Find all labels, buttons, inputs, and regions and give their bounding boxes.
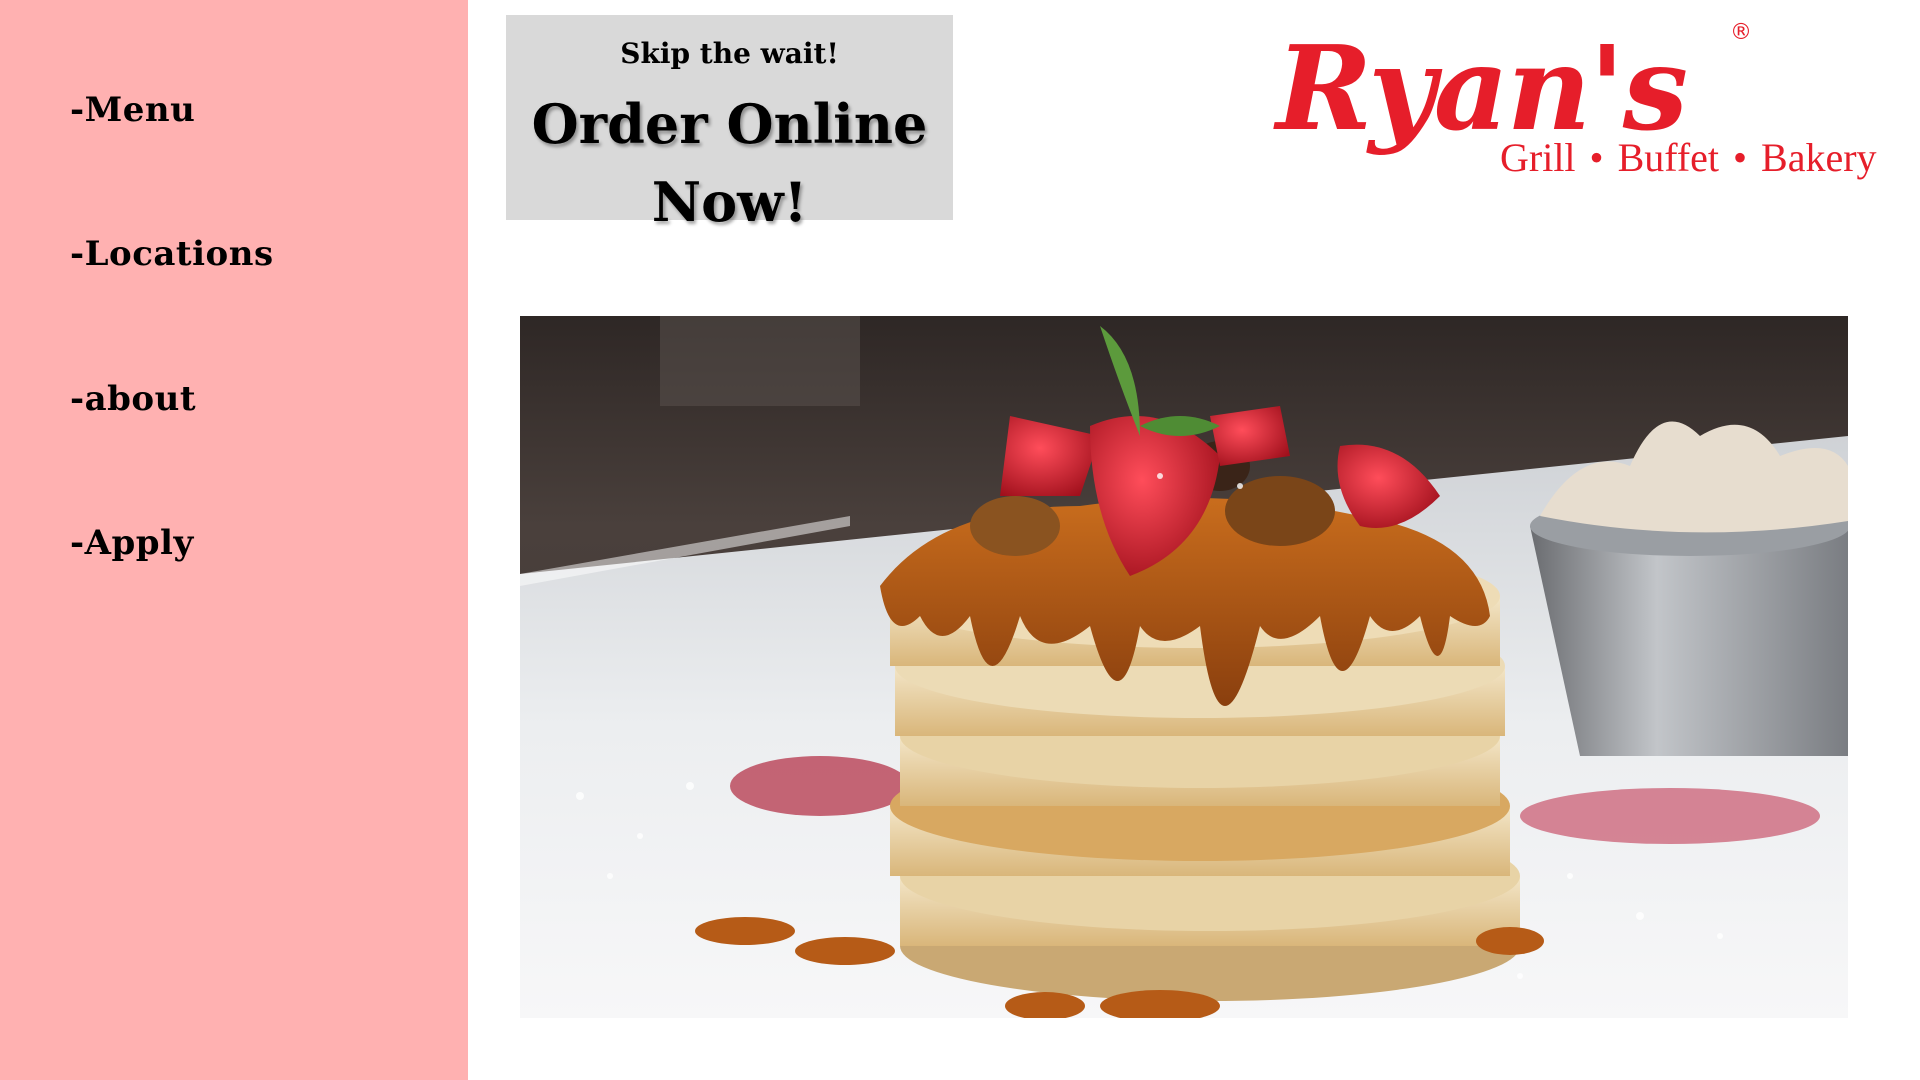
order-title-line1: Order Online xyxy=(531,92,928,156)
order-title-line2: Now! xyxy=(651,170,808,234)
logo-tagline: Grill • Buffet • Bakery xyxy=(1500,134,1877,181)
order-title: Order Online Now! xyxy=(506,85,953,241)
tagline-bakery: Bakery xyxy=(1761,135,1877,180)
nav-link-menu[interactable]: -Menu xyxy=(70,90,195,130)
tagline-grill: Grill xyxy=(1500,135,1576,180)
sidebar-nav: -Menu -Locations -about -Apply xyxy=(0,0,468,1080)
nav-link-locations[interactable]: -Locations xyxy=(70,234,274,274)
registered-mark: ® xyxy=(1730,20,1752,45)
tagline-buffet: Buffet xyxy=(1617,135,1720,180)
nav-link-about[interactable]: -about xyxy=(70,379,196,419)
pancake-stack-image xyxy=(520,316,1848,1018)
hero-image xyxy=(520,316,1848,1018)
order-subtitle: Skip the wait! xyxy=(620,37,839,70)
tagline-separator: • xyxy=(1733,135,1748,180)
nav-link-apply[interactable]: -Apply xyxy=(70,523,194,563)
brand-logo: Ryan's ® Grill • Buffet • Bakery xyxy=(1262,16,1920,222)
page: -Menu -Locations -about -Apply Skip the … xyxy=(0,0,1920,1080)
order-online-button[interactable]: Skip the wait! Order Online Now! xyxy=(506,15,953,234)
tagline-separator: • xyxy=(1589,135,1604,180)
